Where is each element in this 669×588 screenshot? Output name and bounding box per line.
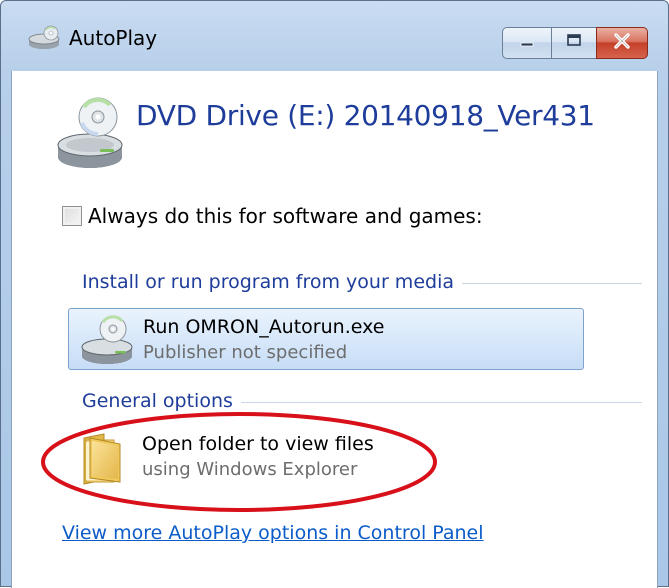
install-section-header: Install or run program from your media	[82, 270, 642, 294]
close-icon	[611, 32, 633, 54]
open-folder-title: Open folder to view files	[142, 433, 374, 455]
section-divider	[461, 282, 642, 284]
dvd-drive-icon	[54, 93, 130, 177]
folder-icon	[76, 432, 124, 490]
open-folder-subtitle: using Windows Explorer	[142, 459, 358, 480]
minimize-icon	[517, 34, 537, 53]
drive-title: DVD Drive (E:) 20140918_Ver431	[136, 99, 595, 132]
open-folder-option[interactable]: Open folder to view files using Windows …	[68, 426, 428, 488]
autoplay-window: AutoPlay DVD Drive (E:) 20140918_Ver431 …	[0, 0, 669, 588]
always-do-this-row[interactable]: Always do this for software and games:	[62, 204, 483, 228]
run-program-option[interactable]: Run OMRON_Autorun.exe Publisher not spec…	[68, 308, 584, 370]
close-button[interactable]	[596, 27, 648, 59]
caption-buttons	[502, 27, 648, 61]
always-do-this-label[interactable]: Always do this for software and games:	[88, 204, 483, 228]
always-do-this-checkbox[interactable]	[62, 206, 82, 226]
section-divider	[240, 401, 642, 403]
maximize-icon	[564, 33, 584, 53]
window-title: AutoPlay	[69, 26, 158, 50]
general-section-header: General options	[82, 389, 642, 413]
run-program-publisher: Publisher not specified	[143, 342, 348, 363]
minimize-button[interactable]	[502, 27, 552, 59]
general-section-title: General options	[82, 390, 233, 412]
dvd-drive-icon	[79, 314, 139, 370]
dialog-content: DVD Drive (E:) 20140918_Ver431 Always do…	[11, 71, 658, 588]
title-bar[interactable]: AutoPlay	[1, 1, 668, 71]
run-program-title: Run OMRON_Autorun.exe	[143, 316, 385, 338]
maximize-button[interactable]	[551, 27, 597, 59]
install-section-title: Install or run program from your media	[82, 271, 454, 293]
more-autoplay-options-link[interactable]: View more AutoPlay options in Control Pa…	[62, 521, 484, 545]
autoplay-drive-icon	[27, 25, 61, 51]
